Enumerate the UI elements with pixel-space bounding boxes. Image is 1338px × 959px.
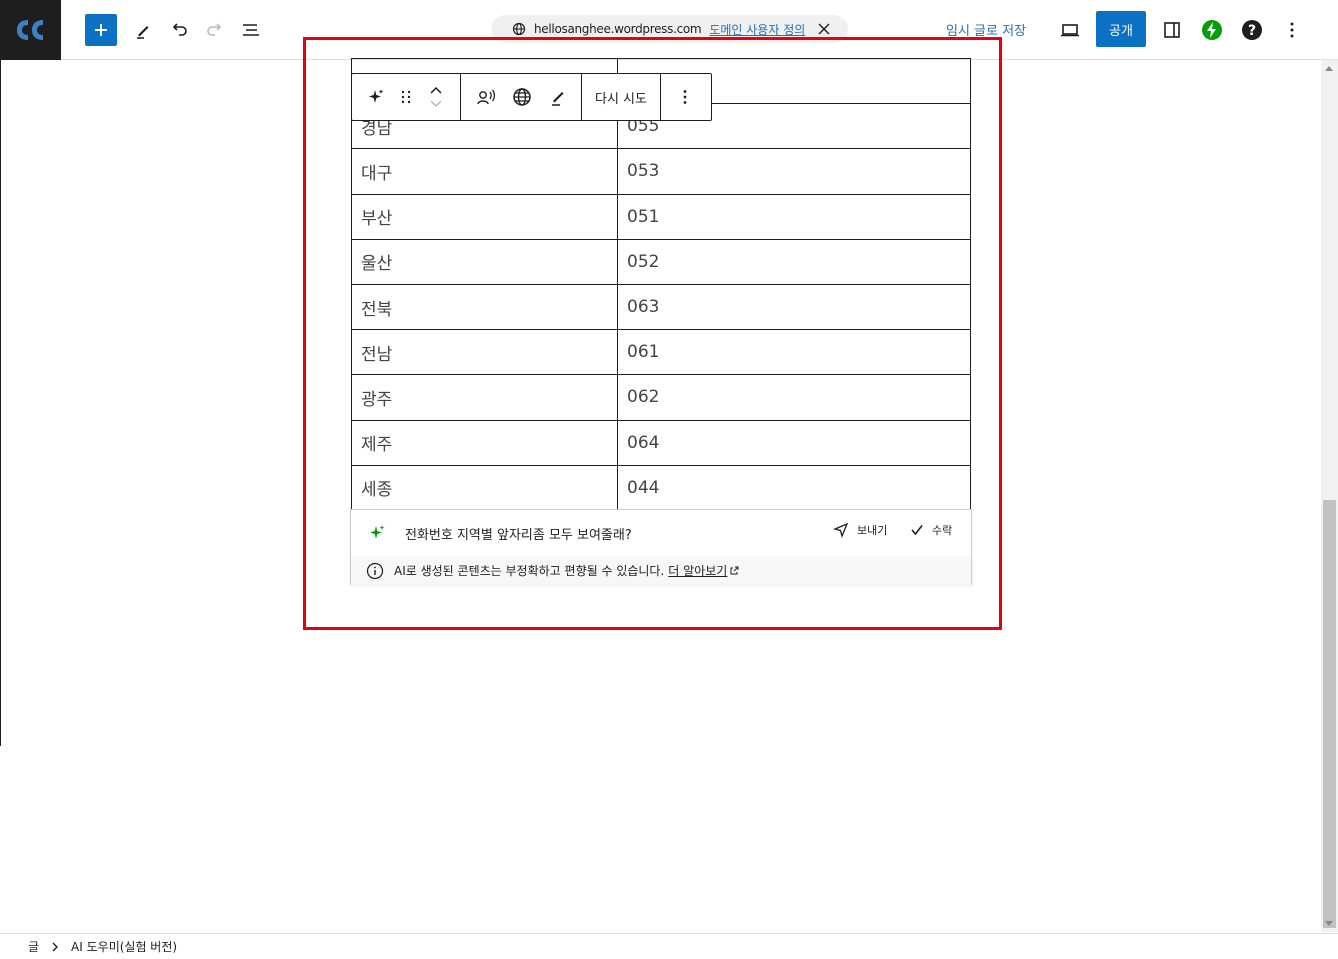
help-button[interactable]: ? bbox=[1236, 14, 1268, 46]
sidebar-icon bbox=[1164, 22, 1180, 38]
left-edge-line bbox=[0, 60, 1, 746]
tools-button[interactable] bbox=[127, 14, 159, 46]
redo-button[interactable] bbox=[199, 14, 231, 46]
block-breadcrumb: 글 AI 도우미(실험 버전) bbox=[0, 933, 1338, 959]
list-view-icon bbox=[243, 24, 259, 36]
scroll-up-arrow[interactable] bbox=[1325, 66, 1333, 71]
jetpack-button[interactable] bbox=[1196, 14, 1228, 46]
redo-icon bbox=[207, 23, 222, 36]
site-logo[interactable] bbox=[0, 0, 61, 60]
undo-icon bbox=[172, 23, 187, 36]
svg-text:?: ? bbox=[1248, 23, 1256, 39]
jetpack-icon bbox=[1202, 20, 1222, 40]
highlight-box bbox=[303, 37, 1002, 630]
document-overview-button[interactable] bbox=[235, 14, 267, 46]
scroll-thumb[interactable] bbox=[1323, 500, 1336, 928]
site-domain: hellosanghee.wordpress.com bbox=[534, 22, 702, 36]
options-menu-button[interactable] bbox=[1276, 14, 1308, 46]
globe-icon bbox=[512, 22, 526, 36]
close-icon[interactable] bbox=[818, 23, 830, 35]
settings-sidebar-button[interactable] bbox=[1156, 14, 1188, 46]
desktop-preview-icon bbox=[1061, 24, 1079, 37]
help-icon: ? bbox=[1242, 20, 1262, 40]
customize-domain-link[interactable]: 도메인 사용자 정의 bbox=[709, 21, 805, 38]
scroll-down-arrow[interactable] bbox=[1325, 921, 1333, 926]
pencil-icon bbox=[137, 26, 149, 39]
breadcrumb-current[interactable]: AI 도우미(실험 버전) bbox=[71, 938, 177, 955]
chevron-right-icon bbox=[52, 942, 59, 951]
add-block-button[interactable] bbox=[85, 14, 117, 46]
breadcrumb-root[interactable]: 글 bbox=[28, 938, 39, 955]
more-vertical-icon bbox=[1290, 22, 1294, 38]
plus-icon bbox=[95, 24, 107, 36]
site-icon bbox=[16, 20, 43, 40]
preview-button[interactable] bbox=[1054, 14, 1086, 46]
vertical-scrollbar[interactable] bbox=[1321, 60, 1338, 932]
undo-button[interactable] bbox=[163, 14, 195, 46]
publish-button[interactable]: 공개 bbox=[1096, 11, 1146, 47]
